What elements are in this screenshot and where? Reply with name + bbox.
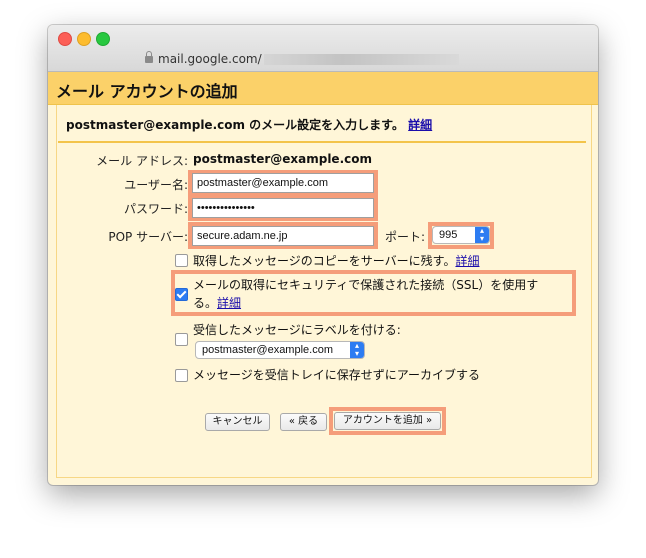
url-text: mail.google.com/ bbox=[158, 52, 262, 66]
username-label: ユーザー名: bbox=[124, 178, 188, 192]
stepper-chevrons-icon: ▴ ▾ bbox=[475, 227, 489, 243]
label-incoming-label: 受信したメッセージにラベルを付ける: bbox=[193, 323, 401, 337]
minimize-window-button[interactable] bbox=[77, 32, 91, 46]
pop-server-field[interactable]: secure.adam.ne.jp bbox=[192, 226, 374, 246]
archive-checkbox[interactable] bbox=[175, 369, 188, 382]
pop-server-label: POP サーバー: bbox=[108, 230, 188, 244]
ssl-option: メールの取得にセキュリティで保護された接続（SSL）を使用す る。詳細 bbox=[193, 276, 571, 312]
label-incoming-checkbox[interactable] bbox=[175, 333, 188, 346]
close-window-button[interactable] bbox=[58, 32, 72, 46]
cancel-button[interactable]: キャンセル bbox=[205, 413, 270, 431]
leave-copy-checkbox[interactable] bbox=[175, 254, 188, 267]
mail-address-label: メール アドレス: bbox=[96, 154, 188, 168]
mail-address-value: postmaster@example.com bbox=[193, 152, 372, 166]
label-select-value: postmaster@example.com bbox=[202, 344, 333, 356]
ssl-label-line2: る。 bbox=[193, 296, 218, 310]
ssl-checkbox[interactable] bbox=[175, 288, 188, 301]
address-bar[interactable]: mail.google.com/ bbox=[145, 51, 459, 67]
window-titlebar: mail.google.com/ bbox=[48, 25, 598, 72]
dialog-subhead: postmaster@example.com のメール設定を入力します。 詳細 bbox=[66, 116, 432, 133]
add-account-button[interactable]: アカウントを追加 » bbox=[334, 412, 441, 430]
password-label: パスワード: bbox=[123, 202, 188, 216]
lock-icon bbox=[145, 51, 153, 63]
leave-copy-label: 取得したメッセージのコピーをサーバーに残す。 bbox=[193, 254, 456, 268]
archive-label: メッセージを受信トレイに保存せずにアーカイブする bbox=[193, 368, 481, 382]
username-field[interactable]: postmaster@example.com bbox=[192, 173, 374, 193]
divider bbox=[58, 141, 586, 143]
subhead-text: のメール設定を入力します。 bbox=[245, 118, 404, 132]
back-button[interactable]: « 戻る bbox=[280, 413, 327, 431]
dialog-title: メール アカウントの追加 bbox=[56, 82, 238, 101]
dialog-header: メール アカウントの追加 bbox=[48, 72, 598, 105]
maximize-window-button[interactable] bbox=[96, 32, 110, 46]
leave-copy-option: 取得したメッセージのコピーをサーバーに残す。詳細 bbox=[193, 252, 479, 269]
ssl-label-line1: メールの取得にセキュリティで保護された接続（SSL）を使用す bbox=[193, 278, 539, 292]
label-select[interactable]: postmaster@example.com ▴ ▾ bbox=[195, 341, 365, 359]
port-value: 995 bbox=[439, 229, 458, 241]
password-field[interactable]: ••••••••••••••• bbox=[192, 198, 374, 218]
port-label: ポート: bbox=[384, 230, 425, 244]
ssl-details-link[interactable]: 詳細 bbox=[217, 296, 241, 310]
stepper-chevrons-icon: ▴ ▾ bbox=[350, 342, 364, 358]
subhead-email: postmaster@example.com bbox=[66, 118, 245, 132]
browser-window: mail.google.com/ メール アカウントの追加 postmaster… bbox=[48, 25, 598, 485]
details-link[interactable]: 詳細 bbox=[408, 118, 432, 132]
leave-copy-details-link[interactable]: 詳細 bbox=[455, 254, 479, 268]
blurred-url-path bbox=[263, 54, 459, 65]
port-select[interactable]: 995 ▴ ▾ bbox=[432, 226, 490, 244]
